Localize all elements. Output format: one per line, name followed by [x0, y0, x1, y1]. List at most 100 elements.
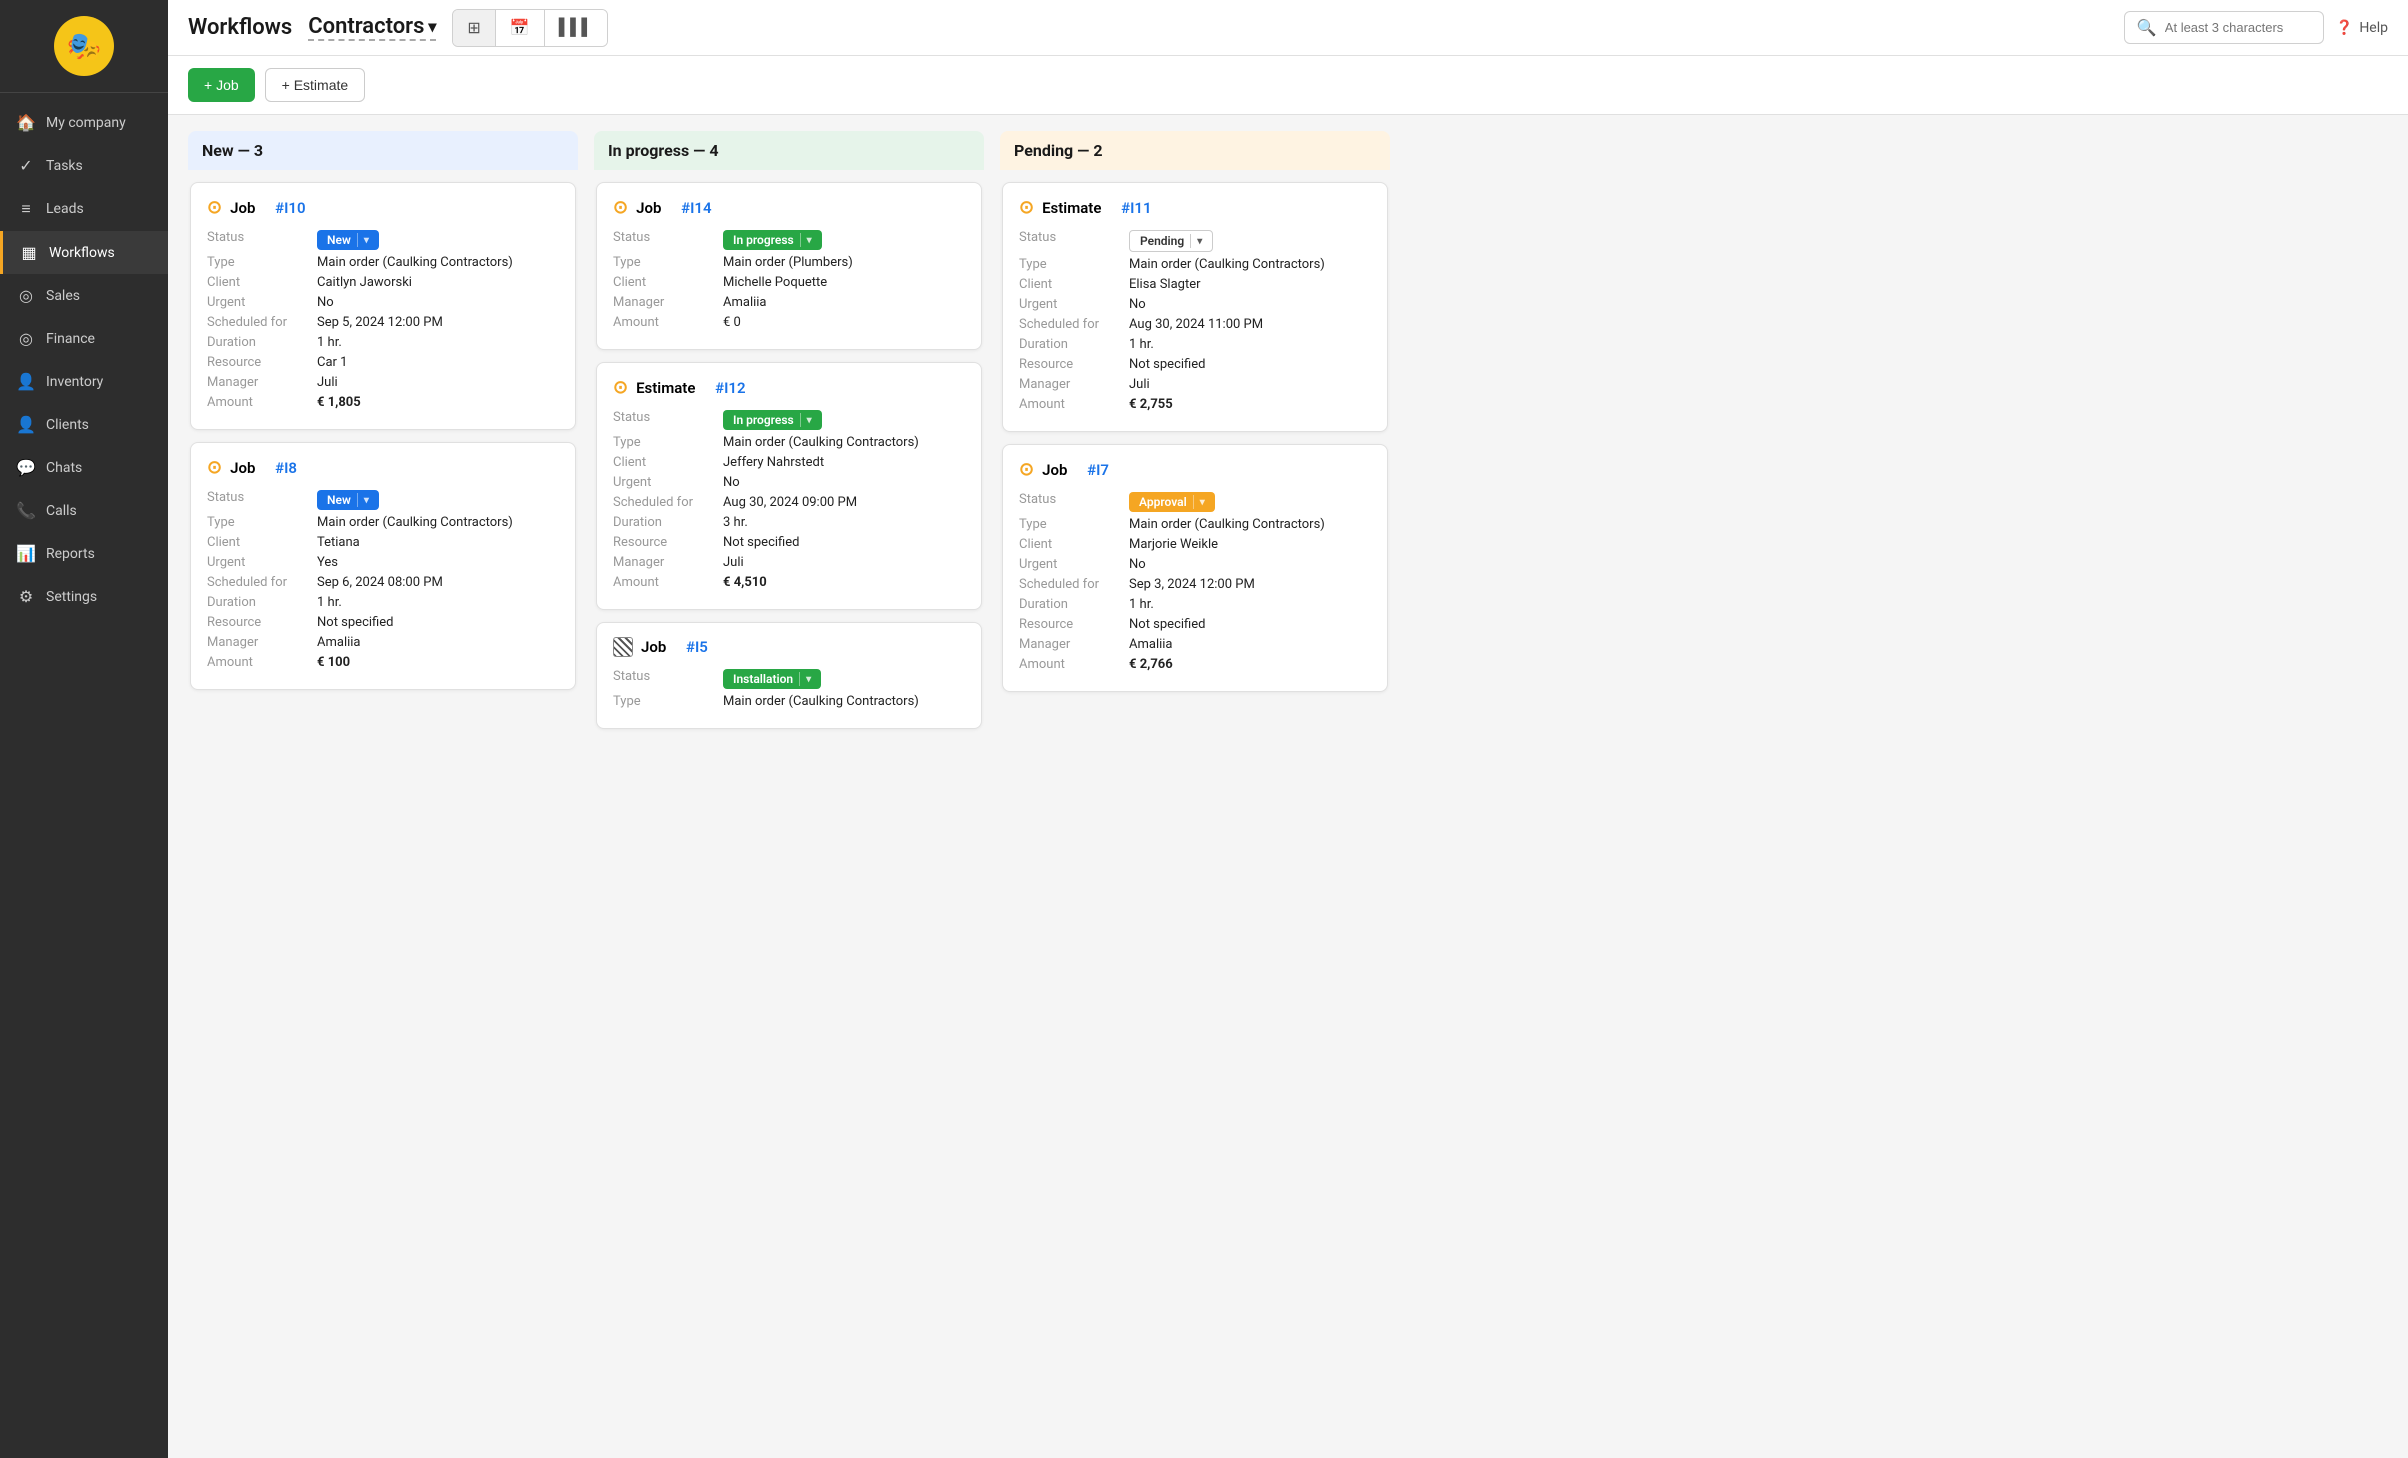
sidebar-item-reports[interactable]: 📊Reports: [0, 532, 168, 575]
card-row-status: StatusNew▾: [207, 230, 559, 250]
card-title: ⊙Estimate #I12: [613, 377, 965, 398]
row-value: € 2,766: [1129, 657, 1173, 672]
search-icon: 🔍: [2137, 18, 2157, 37]
nav-label-workflows: Workflows: [49, 245, 115, 261]
card-title: ⊙Job #I8: [207, 457, 559, 478]
search-box[interactable]: 🔍: [2124, 11, 2324, 44]
card-card-i7[interactable]: ⊙Job #I7StatusApproval▾TypeMain order (C…: [1002, 444, 1388, 692]
card-id[interactable]: #I12: [715, 379, 745, 397]
row-label: Client: [207, 535, 317, 550]
view-toggle: ⊞ 📅 ▌▌▌: [452, 9, 607, 47]
view-grid-button[interactable]: ⊞: [453, 10, 495, 46]
card-row: TypeMain order (Caulking Contractors): [207, 255, 559, 270]
sidebar-logo: 🎭: [0, 0, 168, 93]
row-value: Elisa Slagter: [1129, 277, 1201, 292]
card-row-status: StatusNew▾: [207, 490, 559, 510]
card-row: TypeMain order (Caulking Contractors): [1019, 517, 1371, 532]
row-value: Not specified: [1129, 617, 1205, 632]
row-value: No: [723, 475, 740, 490]
status-badge[interactable]: New▾: [317, 490, 379, 510]
row-label: Manager: [1019, 377, 1129, 392]
card-id[interactable]: #I8: [275, 459, 297, 477]
row-label: Status: [207, 490, 317, 505]
card-row: TypeMain order (Caulking Contractors): [613, 694, 965, 709]
card-id[interactable]: #I7: [1087, 461, 1109, 479]
card-card-i5[interactable]: Job #I5StatusInstallation▾TypeMain order…: [596, 622, 982, 729]
row-label: Scheduled for: [207, 315, 317, 330]
sidebar-item-workflows[interactable]: ▦Workflows: [0, 231, 168, 274]
sidebar-item-calls[interactable]: 📞Calls: [0, 489, 168, 532]
view-calendar-button[interactable]: 📅: [496, 10, 545, 46]
card-id[interactable]: #I10: [275, 199, 305, 217]
status-badge[interactable]: Approval▾: [1129, 492, 1215, 512]
nav-icon-calls: 📞: [16, 501, 36, 520]
card-row-status: StatusIn progress▾: [613, 230, 965, 250]
nav-icon-my-company: 🏠: [16, 113, 36, 132]
card-row: ResourceNot specified: [1019, 357, 1371, 372]
sidebar-item-inventory[interactable]: 👤Inventory: [0, 360, 168, 403]
sidebar-item-my-company[interactable]: 🏠My company: [0, 101, 168, 144]
sidebar-item-clients[interactable]: 👤Clients: [0, 403, 168, 446]
row-value: Main order (Caulking Contractors): [317, 255, 513, 270]
row-value: 1 hr.: [317, 595, 342, 610]
row-value: Michelle Poquette: [723, 275, 827, 290]
nav-label-leads: Leads: [46, 201, 84, 217]
row-label: Client: [613, 455, 723, 470]
card-id[interactable]: #I11: [1121, 199, 1151, 217]
card-card-i8[interactable]: ⊙Job #I8StatusNew▾TypeMain order (Caulki…: [190, 442, 576, 690]
row-label: Scheduled for: [207, 575, 317, 590]
card-title: ⊙Job #I7: [1019, 459, 1371, 480]
status-badge[interactable]: In progress▾: [723, 230, 822, 250]
contractors-dropdown[interactable]: Contractors ▾: [308, 14, 436, 41]
sidebar-item-chats[interactable]: 💬Chats: [0, 446, 168, 489]
status-badge[interactable]: In progress▾: [723, 410, 822, 430]
sidebar-item-sales[interactable]: ◎Sales: [0, 274, 168, 317]
row-label: Status: [207, 230, 317, 245]
nav-icon-settings: ⚙: [16, 587, 36, 606]
card-card-i12[interactable]: ⊙Estimate #I12StatusIn progress▾TypeMain…: [596, 362, 982, 610]
card-id[interactable]: #I5: [686, 638, 708, 656]
status-badge[interactable]: New▾: [317, 230, 379, 250]
sidebar-item-tasks[interactable]: ✓Tasks: [0, 144, 168, 187]
row-label: Manager: [207, 375, 317, 390]
card-card-i10[interactable]: ⊙Job #I10StatusNew▾TypeMain order (Caulk…: [190, 182, 576, 430]
row-value: Main order (Caulking Contractors): [723, 694, 919, 709]
status-badge[interactable]: Installation▾: [723, 669, 821, 689]
row-value: No: [1129, 297, 1146, 312]
row-value: € 1,805: [317, 395, 361, 410]
card-row: UrgentNo: [1019, 297, 1371, 312]
page-header: Workflows Contractors ▾ ⊞ 📅 ▌▌▌ 🔍 ❓ Help: [168, 0, 2408, 56]
card-row: ManagerAmaliia: [613, 295, 965, 310]
card-card-i14[interactable]: ⊙Job #I14StatusIn progress▾TypeMain orde…: [596, 182, 982, 350]
row-label: Resource: [613, 535, 723, 550]
search-input[interactable]: [2165, 20, 2311, 35]
sidebar-item-leads[interactable]: ≡Leads: [0, 187, 168, 231]
row-value: Main order (Caulking Contractors): [1129, 517, 1325, 532]
add-estimate-button[interactable]: + Estimate: [265, 68, 366, 102]
card-row: Scheduled forAug 30, 2024 11:00 PM: [1019, 317, 1371, 332]
card-prefix: Estimate: [1042, 199, 1101, 217]
card-row-status: StatusInstallation▾: [613, 669, 965, 689]
row-label: Scheduled for: [613, 495, 723, 510]
sidebar-item-finance[interactable]: ◎Finance: [0, 317, 168, 360]
column-header-in-progress: In progress — 4: [594, 131, 984, 170]
card-row: TypeMain order (Caulking Contractors): [613, 435, 965, 450]
column-body-in-progress: ⊙Job #I14StatusIn progress▾TypeMain orde…: [594, 178, 984, 1442]
help-button[interactable]: ❓ Help: [2336, 20, 2388, 36]
card-id[interactable]: #I14: [681, 199, 711, 217]
row-label: Client: [613, 275, 723, 290]
card-card-i11[interactable]: ⊙Estimate #I11StatusPending▾TypeMain ord…: [1002, 182, 1388, 432]
card-row: Amount€ 0: [613, 315, 965, 330]
card-row: UrgentNo: [613, 475, 965, 490]
view-chart-button[interactable]: ▌▌▌: [545, 10, 607, 46]
row-value-status: Installation▾: [723, 669, 821, 689]
row-label: Amount: [1019, 397, 1129, 412]
add-job-button[interactable]: + Job: [188, 68, 255, 102]
contractors-label: Contractors: [308, 14, 424, 39]
sidebar-item-settings[interactable]: ⚙Settings: [0, 575, 168, 618]
status-badge[interactable]: Pending▾: [1129, 230, 1213, 252]
column-body-pending: ⊙Estimate #I11StatusPending▾TypeMain ord…: [1000, 178, 1390, 1442]
card-row: UrgentYes: [207, 555, 559, 570]
row-value: Main order (Plumbers): [723, 255, 853, 270]
row-value: Aug 30, 2024 11:00 PM: [1129, 317, 1263, 332]
